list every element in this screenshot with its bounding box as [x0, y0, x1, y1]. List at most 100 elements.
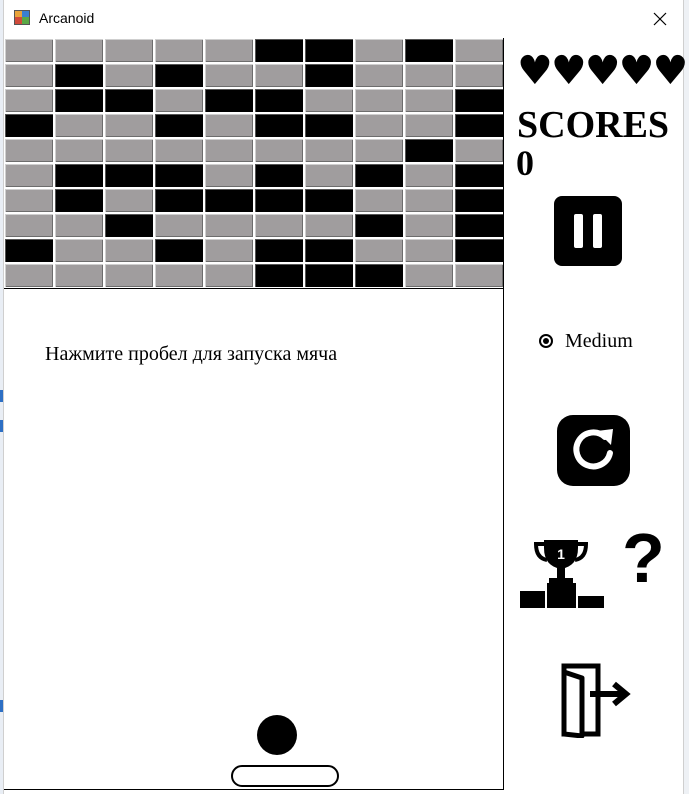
brick-gray — [404, 163, 454, 188]
brick-black — [304, 263, 354, 288]
pause-icon — [554, 196, 622, 266]
brick-gray — [354, 138, 404, 163]
brick-gray — [104, 138, 154, 163]
brick-gray — [4, 188, 54, 213]
brick-black — [454, 113, 503, 138]
brick-black — [254, 38, 304, 63]
brick-black — [4, 238, 54, 263]
brick-black — [354, 263, 404, 288]
brick-gray — [354, 238, 404, 263]
brick-gray — [404, 263, 454, 288]
exit-door-icon — [561, 663, 631, 739]
brick-gray — [454, 63, 503, 88]
brick-black — [154, 63, 204, 88]
brick-black — [454, 88, 503, 113]
brick-black — [154, 188, 204, 213]
brick-gray — [154, 138, 204, 163]
brick-gray — [4, 163, 54, 188]
brick-gray — [204, 238, 254, 263]
sidebar: ♥♥♥♥♥ SCORES 0 Medium 1 ? — [504, 38, 688, 794]
brick-black — [54, 88, 104, 113]
brick-gray — [204, 138, 254, 163]
help-button[interactable]: ? — [622, 518, 665, 598]
brick-black — [54, 163, 104, 188]
brick-gray — [354, 113, 404, 138]
brick-black — [304, 113, 354, 138]
brick-black — [254, 88, 304, 113]
brick-gray — [304, 138, 354, 163]
brick-gray — [104, 238, 154, 263]
brick-gray — [104, 38, 154, 63]
brick-black — [104, 88, 154, 113]
brick-gray — [404, 88, 454, 113]
window-title: Arcanoid — [39, 10, 95, 26]
brick-black — [454, 238, 503, 263]
brick-gray — [154, 213, 204, 238]
brick-black — [54, 188, 104, 213]
difficulty-radio[interactable]: Medium — [539, 328, 633, 354]
brick-gray — [54, 138, 104, 163]
app-window: Arcanoid Нажмите пробел для запуска мяча… — [3, 0, 688, 794]
brick-gray — [204, 263, 254, 288]
brick-black — [104, 163, 154, 188]
restart-button[interactable] — [557, 415, 630, 486]
brick-black — [204, 88, 254, 113]
brick-black — [204, 188, 254, 213]
brick-gray — [354, 188, 404, 213]
brick-black — [454, 163, 503, 188]
brick-gray — [454, 138, 503, 163]
app-icon — [14, 10, 30, 25]
brick-black — [454, 188, 503, 213]
brick-gray — [104, 263, 154, 288]
leaderboard-button[interactable]: 1 — [520, 538, 606, 610]
brick-gray — [4, 88, 54, 113]
brick-gray — [404, 188, 454, 213]
brick-gray — [4, 263, 54, 288]
brick-gray — [204, 163, 254, 188]
brick-gray — [204, 213, 254, 238]
brick-gray — [204, 38, 254, 63]
brick-black — [254, 188, 304, 213]
launch-hint: Нажмите пробел для запуска мяча — [45, 343, 338, 365]
brick-black — [154, 163, 204, 188]
game-field[interactable]: Нажмите пробел для запуска мяча — [4, 38, 504, 790]
brick-black — [304, 238, 354, 263]
brick-gray — [154, 38, 204, 63]
brick-gray — [304, 88, 354, 113]
brick-gray — [404, 213, 454, 238]
brick-black — [304, 38, 354, 63]
close-icon — [653, 12, 667, 26]
brick-gray — [304, 213, 354, 238]
brick-gray — [54, 238, 104, 263]
close-button[interactable] — [637, 0, 683, 38]
brick-black — [254, 263, 304, 288]
pause-button[interactable] — [554, 196, 622, 266]
brick-gray — [54, 263, 104, 288]
brick-gray — [404, 63, 454, 88]
brick-gray — [454, 38, 503, 63]
brick-black — [354, 163, 404, 188]
brick-gray — [254, 63, 304, 88]
brick-black — [254, 163, 304, 188]
brick-black — [404, 38, 454, 63]
brick-gray — [104, 113, 154, 138]
brick-gray — [254, 213, 304, 238]
title-bar: Arcanoid — [4, 0, 683, 38]
brick-gray — [404, 238, 454, 263]
brick-gray — [54, 213, 104, 238]
brick-gray — [204, 63, 254, 88]
brick-gray — [4, 138, 54, 163]
brick-gray — [404, 113, 454, 138]
difficulty-label: Medium — [565, 329, 633, 352]
brick-gray — [154, 88, 204, 113]
exit-button[interactable] — [560, 662, 640, 739]
brick-black — [304, 188, 354, 213]
paddle[interactable] — [231, 765, 339, 787]
scores-label: SCORES — [517, 104, 670, 146]
scores-value: 0 — [516, 143, 534, 183]
brick-gray — [54, 113, 104, 138]
brick-gray — [354, 88, 404, 113]
brick-gray — [354, 38, 404, 63]
brick-gray — [54, 38, 104, 63]
brick-black — [404, 138, 454, 163]
